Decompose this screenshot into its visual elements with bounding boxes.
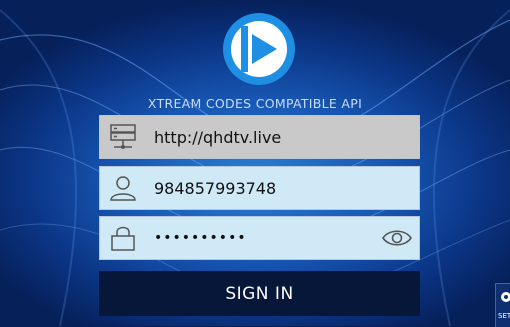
gear-icon xyxy=(501,292,510,302)
eye-icon[interactable] xyxy=(381,227,413,249)
password-field[interactable]: •••••••••• xyxy=(99,216,420,260)
api-label: XTREAM CODES COMPATIBLE API xyxy=(147,96,363,111)
lock-icon xyxy=(100,217,146,259)
username-value: 984857993748 xyxy=(154,178,277,198)
user-icon xyxy=(100,167,146,209)
settings-label: SET xyxy=(498,312,510,320)
server-icon xyxy=(100,116,146,158)
sign-in-button[interactable]: SIGN IN xyxy=(99,271,420,316)
server-url-value: http://qhdtv.live xyxy=(154,127,282,147)
server-url-field[interactable]: http://qhdtv.live xyxy=(99,115,420,159)
username-field[interactable]: 984857993748 xyxy=(99,166,420,210)
xtream-logo xyxy=(223,13,295,85)
password-value: •••••••••• xyxy=(154,230,247,246)
settings-button[interactable]: SET xyxy=(495,283,510,327)
